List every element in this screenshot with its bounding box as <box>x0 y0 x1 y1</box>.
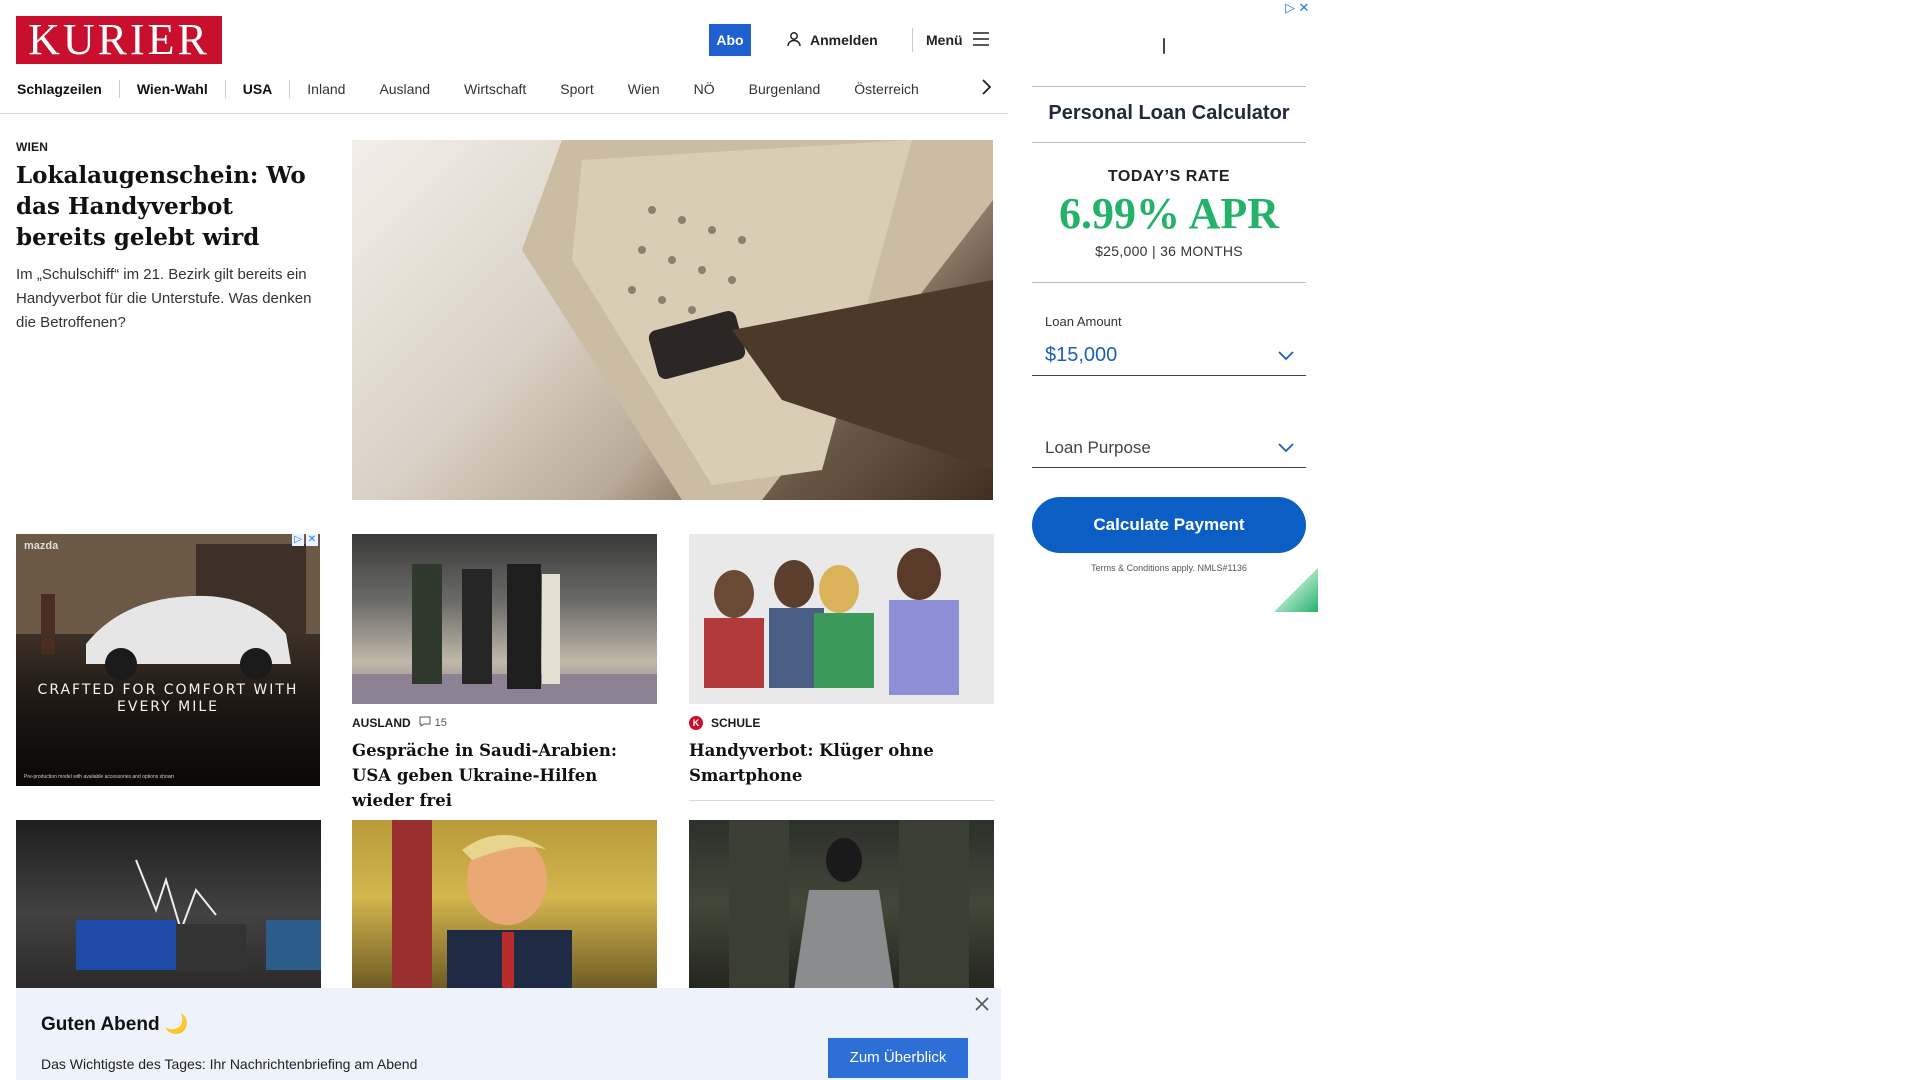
loan-amount-select[interactable]: $15,000 <box>1032 336 1306 376</box>
article-image[interactable] <box>689 820 994 990</box>
article-meta: AUSLAND 15 <box>352 714 657 732</box>
loan-calculator-ad[interactable]: ▷ ✕ Personal Loan Calculator TODAY’S RAT… <box>1008 0 1318 612</box>
article-card[interactable]: AUSLAND 15 Gespräche in Saudi-Arabien: U… <box>352 534 657 826</box>
close-icon[interactable]: ✕ <box>306 534 318 546</box>
rate-label: TODAY’S RATE <box>1107 168 1231 185</box>
lead-image[interactable] <box>352 140 993 500</box>
article-kicker: AUSLAND <box>352 716 411 730</box>
hamburger-icon <box>972 31 989 49</box>
close-icon <box>975 996 989 1016</box>
article-card[interactable] <box>689 820 994 990</box>
nav-item-wien-wahl[interactable]: Wien-Wahl <box>120 81 225 97</box>
site-header: KURIER Abo Anmelden Menü Schlagzeilen Wi… <box>0 0 1008 114</box>
car-ad-headline: CRAFTED FOR COMFORT WITH EVERY MILE <box>37 682 299 715</box>
article-image[interactable] <box>352 820 657 990</box>
article-image[interactable] <box>352 534 657 704</box>
article-card[interactable]: K SCHULE Handyverbot: Klüger ohne Smartp… <box>689 534 994 801</box>
nav-item-oesterreich[interactable]: Österreich <box>837 81 936 97</box>
loading-spinner-icon <box>1163 38 1165 54</box>
menu-divider <box>912 28 913 52</box>
abo-button[interactable]: Abo <box>709 24 751 56</box>
menu-label: Menü <box>926 32 963 48</box>
article-image[interactable] <box>16 820 321 990</box>
nav-item-wien[interactable]: Wien <box>611 81 677 97</box>
chevron-right-icon <box>981 78 992 100</box>
article-kicker: SCHULE <box>711 716 761 730</box>
login-button[interactable]: Anmelden <box>786 30 878 50</box>
briefing-text: Das Wichtigste des Tages: Ihr Nachrichte… <box>41 1056 418 1072</box>
briefing-overview-button[interactable]: Zum Überblick <box>828 1038 968 1078</box>
user-icon <box>786 31 802 50</box>
article-card[interactable] <box>352 820 657 990</box>
car-ad-disclaimer: Pre-production model with available acce… <box>24 774 175 780</box>
comment-count-value: 15 <box>434 717 447 729</box>
nav-item-wirtschaft[interactable]: Wirtschaft <box>447 81 543 97</box>
ad-divider <box>1032 142 1306 143</box>
adchoices-icon: ▷ <box>1285 0 1295 15</box>
card-divider <box>689 800 994 801</box>
loan-purpose-select[interactable]: Loan Purpose <box>1032 428 1306 468</box>
nav-item-noe[interactable]: NÖ <box>677 81 732 97</box>
lead-kicker: WIEN <box>16 140 49 154</box>
lead-headline[interactable]: Lokalaugenschein: Wo das Handyverbot ber… <box>16 160 316 253</box>
mazda-logo: mazda <box>24 540 59 552</box>
car-advertisement[interactable]: mazda ▷ ✕ CRAFTED FOR COMFORT WITH EVERY… <box>16 534 320 786</box>
ad-corner-decoration <box>1274 568 1318 612</box>
briefing-close-button[interactable] <box>972 996 992 1016</box>
briefing-title: Guten Abend 🌙 <box>41 1014 189 1035</box>
nav-item-schlagzeilen[interactable]: Schlagzeilen <box>17 81 119 97</box>
kurier-logo[interactable]: KURIER <box>16 16 222 64</box>
chevron-down-icon <box>1278 438 1294 458</box>
adchoices-badge[interactable]: ▷ ✕ <box>292 534 318 546</box>
rate-value: 6.99% APR <box>1059 189 1279 238</box>
chevron-down-icon <box>1278 344 1294 367</box>
adchoices-badge[interactable]: ▷ ✕ <box>1284 0 1310 15</box>
ad-divider <box>1032 86 1306 87</box>
loan-amount-value: $15,000 <box>1045 344 1118 366</box>
loan-ad-footnote: Terms & Conditions apply. NMLS#1136 <box>1091 563 1247 573</box>
nav-item-usa[interactable]: USA <box>226 81 290 97</box>
menu-button[interactable]: Menü <box>926 30 989 50</box>
article-headline[interactable]: Handyverbot: Klüger ohne Smartphone <box>689 738 994 788</box>
rate-terms: $25,000 | 36 MONTHS <box>1095 243 1243 259</box>
login-label: Anmelden <box>810 32 878 48</box>
comment-count[interactable]: 15 <box>419 716 447 730</box>
evening-briefing-banner: Guten Abend 🌙 Das Wichtigste des Tages: … <box>16 988 1001 1080</box>
loan-purpose-placeholder: Loan Purpose <box>1045 437 1151 457</box>
loan-ad-title: Personal Loan Calculator <box>1048 102 1290 124</box>
loan-amount-label: Loan Amount <box>1045 314 1122 329</box>
nav-item-burgenland[interactable]: Burgenland <box>732 81 838 97</box>
article-card[interactable] <box>16 820 321 990</box>
nav-item-ausland[interactable]: Ausland <box>362 81 447 97</box>
lead-article[interactable]: WIEN Lokalaugenschein: Wo das Handyverbo… <box>16 140 316 335</box>
adchoices-icon: ▷ <box>292 534 304 546</box>
close-icon[interactable]: ✕ <box>1298 1 1310 14</box>
kurier-plus-badge: K <box>689 716 703 730</box>
section-nav: Schlagzeilen Wien-Wahl USA Inland Auslan… <box>17 77 936 101</box>
ad-divider <box>1032 282 1306 283</box>
nav-next-button[interactable] <box>976 77 996 101</box>
article-headline[interactable]: Gespräche in Saudi-Arabien: USA geben Uk… <box>352 738 657 813</box>
calculate-payment-button[interactable]: Calculate Payment <box>1032 497 1306 553</box>
lead-teaser: Im „Schulschiff“ im 21. Bezirk gilt bere… <box>16 266 312 331</box>
nav-item-sport[interactable]: Sport <box>543 81 610 97</box>
comment-icon <box>419 716 431 730</box>
nav-item-inland[interactable]: Inland <box>290 81 362 97</box>
article-meta: K SCHULE <box>689 714 994 732</box>
article-image[interactable] <box>689 534 994 704</box>
